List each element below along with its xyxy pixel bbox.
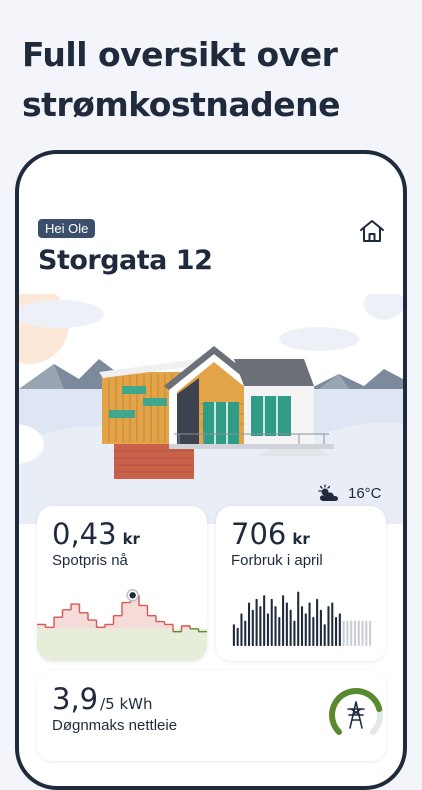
peak-gauge[interactable] [326,685,386,745]
usage-bar [247,602,251,646]
weather-widget: 16°C [316,484,382,502]
usage-bar [331,602,334,646]
usage-bar [350,620,353,646]
usage-bar [263,595,266,646]
usage-bar [357,620,360,646]
usage-bar [274,606,277,646]
usage-bar [255,598,258,646]
usage-bar [316,598,319,646]
usage-bar [270,598,273,646]
spot-price-value: 0,43 [52,517,117,551]
spot-area-low [37,628,207,661]
headline: Full oversikt over strømkostnadene [22,35,341,124]
peak-label: Døgnmaks nettleie [52,717,178,734]
usage-bar [266,613,269,646]
usage-bar [259,606,262,646]
usage-bar [319,609,322,646]
usage-bar [327,606,330,646]
usage-bar [308,602,311,646]
phone-frame: Hei Ole Storgata 12 16°C 0,43 kr Spotpri… [15,150,407,790]
usage-label: Forbruk i april [231,552,323,569]
usage-bar [365,620,368,646]
usage-bar [278,617,281,646]
usage-bar [353,620,357,646]
usage-bar [240,613,243,646]
usage-bar [244,620,247,646]
usage-card[interactable]: 706 kr Forbruk i april [216,506,386,661]
peak-unit: /5 kWh [100,695,153,713]
usage-bar [232,624,235,646]
home-icon[interactable] [358,217,386,245]
usage-bar [285,602,288,646]
app-screen: Hei Ole Storgata 12 16°C 0,43 kr Spotpri… [19,154,403,786]
peak-card[interactable]: 3,9/5 kWh Døgnmaks nettleie [37,671,386,761]
usage-bar [304,613,307,646]
usage-unit: kr [292,530,310,548]
usage-bar [342,620,345,646]
usage-bar [289,609,292,646]
usage-bar [251,609,254,646]
usage-bar [361,620,364,646]
usage-bar [369,620,372,646]
usage-value: 706 [231,517,287,551]
greeting-badge: Hei Ole [38,219,96,238]
spot-price-card[interactable]: 0,43 kr Spotpris nå [37,506,207,661]
spot-price-value-row: 0,43 kr [52,517,140,551]
power-tower-icon [347,701,365,729]
usage-bar [338,613,341,646]
usage-bar [312,617,315,646]
temperature-label: 16°C [348,484,382,502]
address-title: Storgata 12 [38,245,213,276]
usage-bar [293,620,296,646]
usage-bar [300,606,304,646]
usage-bar [282,595,285,646]
current-price-dot [129,592,136,599]
usage-bar [297,591,300,646]
partly-cloudy-icon [318,484,338,501]
usage-bar [236,627,239,646]
spot-price-label: Spotpris nå [52,552,128,569]
peak-value-row: 3,9/5 kWh [52,682,153,716]
usage-chart [232,591,372,646]
spot-price-chart [37,589,207,661]
peak-value: 3,9 [52,682,99,716]
usage-bar [323,624,326,646]
spot-price-unit: kr [122,530,140,548]
usage-value-row: 706 kr [231,517,310,551]
usage-bar [346,620,349,646]
usage-bar [335,617,338,646]
